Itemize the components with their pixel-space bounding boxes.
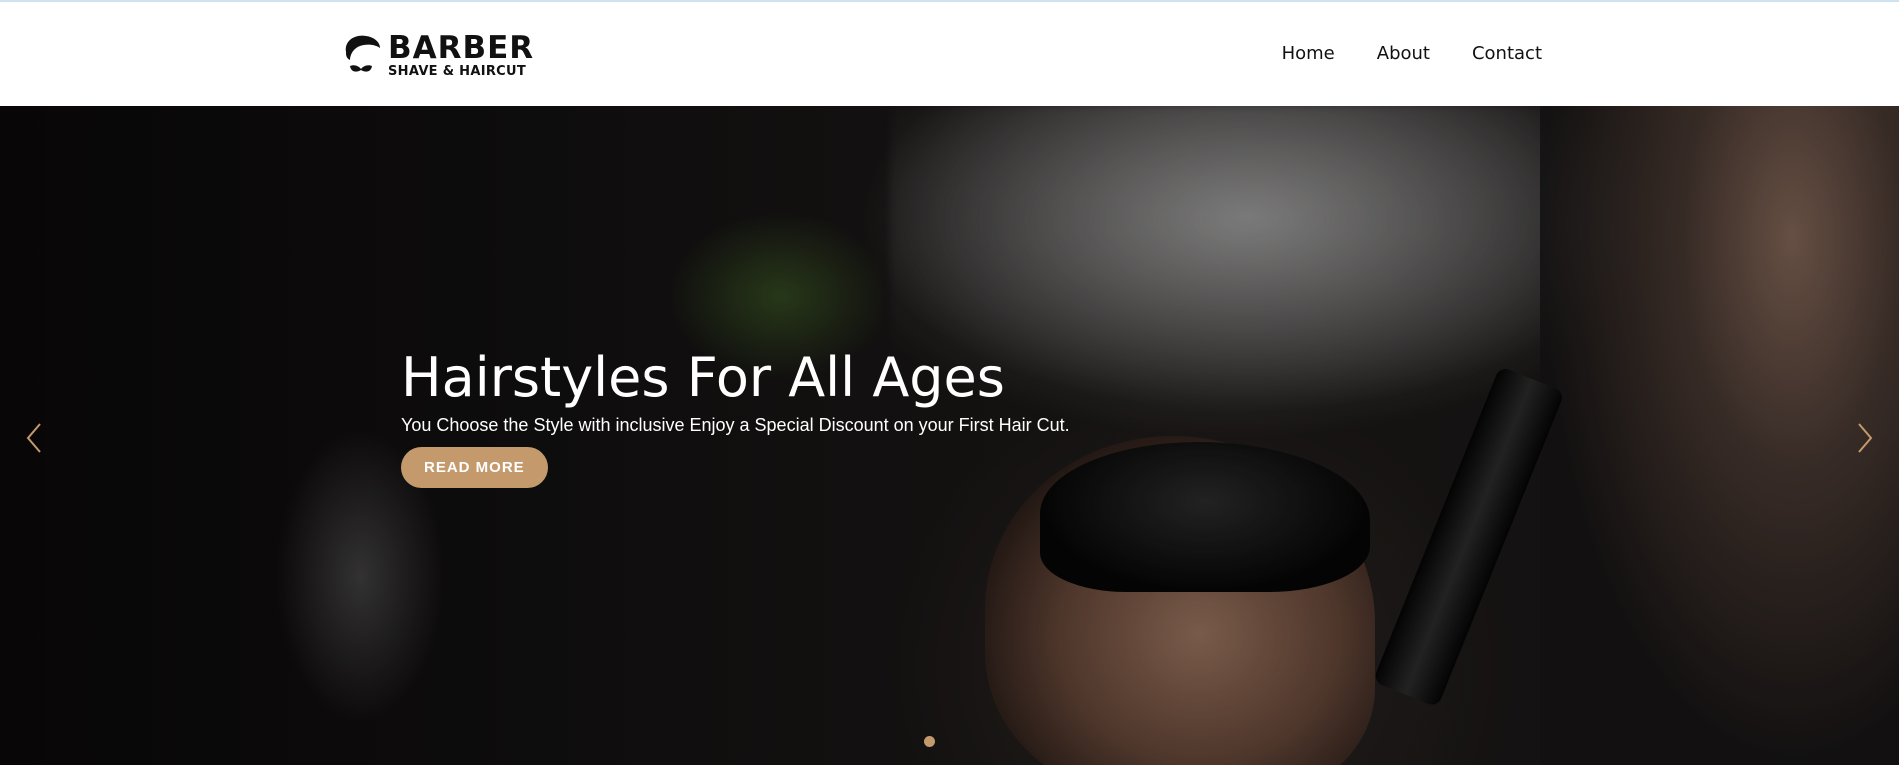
hero-subtitle: You Choose the Style with inclusive Enjo… xyxy=(401,415,1070,435)
site-logo[interactable]: BARBER SHAVE & HAIRCUT xyxy=(340,32,534,78)
site-header: BARBER SHAVE & HAIRCUT Home About Contac… xyxy=(0,0,1899,106)
chevron-right-icon xyxy=(1858,423,1873,453)
barber-mustache-icon xyxy=(340,32,382,78)
hero-title: Hairstyles For All Ages xyxy=(401,346,1005,409)
main-nav: Home About Contact xyxy=(1282,43,1542,64)
hero-slider: Hairstyles For All Ages You Choose the S… xyxy=(0,106,1899,765)
slider-next-button[interactable] xyxy=(1849,418,1879,458)
logo-title: BARBER xyxy=(388,29,535,66)
logo-subtitle: SHAVE & HAIRCUT xyxy=(388,63,527,79)
hero-content: Hairstyles For All Ages You Choose the S… xyxy=(401,346,1070,488)
chevron-left-icon xyxy=(26,423,41,453)
slider-pagination xyxy=(924,736,935,747)
slider-dot-active[interactable] xyxy=(924,736,935,747)
read-more-button[interactable]: READ MORE xyxy=(401,447,548,488)
nav-contact[interactable]: Contact xyxy=(1472,43,1542,64)
nav-about[interactable]: About xyxy=(1377,43,1430,64)
nav-home[interactable]: Home xyxy=(1282,43,1335,64)
slider-prev-button[interactable] xyxy=(20,418,50,458)
